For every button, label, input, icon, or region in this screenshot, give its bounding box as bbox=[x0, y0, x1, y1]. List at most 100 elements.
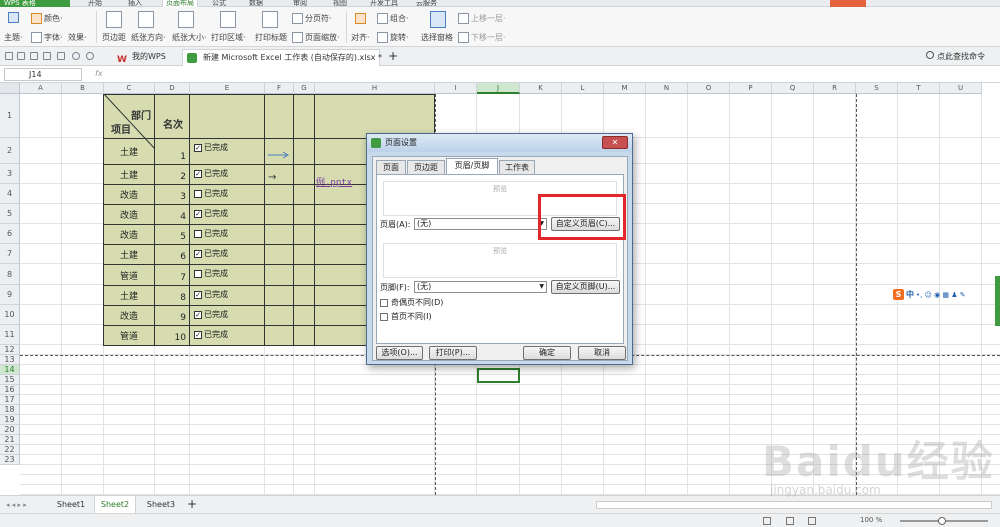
row-header-8[interactable]: 8 bbox=[0, 264, 20, 285]
column-header-o[interactable]: O bbox=[688, 83, 730, 94]
column-header-s[interactable]: S bbox=[856, 83, 898, 94]
dept-cell[interactable]: 改造 bbox=[104, 188, 154, 201]
new-icon[interactable] bbox=[5, 52, 13, 60]
rank-cell[interactable]: 6 bbox=[155, 252, 189, 262]
colors-button[interactable]: 颜色· bbox=[31, 13, 63, 24]
done-checkbox[interactable]: 已完成 bbox=[194, 228, 228, 239]
row-header-19[interactable]: 19 bbox=[0, 415, 20, 425]
column-header-d[interactable]: D bbox=[155, 83, 190, 94]
print-titles-button[interactable]: 打印标题 bbox=[255, 32, 287, 43]
column-header-t[interactable]: T bbox=[898, 83, 940, 94]
row-header-7[interactable]: 7 bbox=[0, 244, 20, 264]
rank-cell[interactable]: 10 bbox=[155, 333, 189, 343]
wps-app-button[interactable]: WPS 表格 bbox=[0, 0, 70, 7]
tab-my-wps[interactable]: W 我的WPS bbox=[112, 49, 182, 66]
print-button[interactable]: 打印(P)... bbox=[429, 346, 477, 360]
column-header-h[interactable]: H bbox=[315, 83, 435, 94]
column-header-a[interactable]: A bbox=[20, 83, 62, 94]
theme-button[interactable] bbox=[8, 12, 19, 23]
row-header-20[interactable]: 20 bbox=[0, 425, 20, 435]
column-header-g[interactable]: G bbox=[294, 83, 315, 94]
redo-icon[interactable] bbox=[86, 52, 94, 60]
align-button[interactable]: 对齐· bbox=[351, 32, 370, 43]
rank-cell[interactable]: 1 bbox=[155, 152, 189, 162]
row-header-17[interactable]: 17 bbox=[0, 395, 20, 405]
zoom-slider[interactable] bbox=[900, 517, 988, 525]
column-header-u[interactable]: U bbox=[940, 83, 982, 94]
size-button[interactable]: 纸张大小· bbox=[172, 32, 207, 43]
dept-cell[interactable]: 土建 bbox=[104, 248, 154, 261]
column-header-q[interactable]: Q bbox=[772, 83, 814, 94]
menu-formulas[interactable]: 公式 bbox=[212, 0, 226, 7]
menu-view[interactable]: 视图 bbox=[333, 0, 347, 7]
new-tab-button[interactable]: + bbox=[384, 49, 398, 66]
row-header-4[interactable]: 4 bbox=[0, 184, 20, 204]
menu-cloud[interactable]: 云服务 bbox=[416, 0, 437, 7]
dept-cell[interactable]: 改造 bbox=[104, 228, 154, 241]
column-header-c[interactable]: C bbox=[104, 83, 155, 94]
fx-icon[interactable]: fx bbox=[95, 69, 103, 78]
row-header-2[interactable]: 2 bbox=[0, 138, 20, 164]
effects-button[interactable]: 效果· bbox=[68, 32, 87, 43]
menu-data[interactable]: 数据 bbox=[249, 0, 263, 7]
row-header-18[interactable]: 18 bbox=[0, 405, 20, 415]
command-search[interactable]: 点此查找命令 bbox=[937, 50, 985, 63]
dept-cell[interactable]: 土建 bbox=[104, 289, 154, 302]
page-zoom-button[interactable]: 页面缩放· bbox=[292, 32, 340, 43]
rotate-button[interactable]: 旋转· bbox=[377, 32, 409, 43]
sheet-tab-2[interactable]: Sheet2 bbox=[94, 496, 136, 513]
rank-cell[interactable]: 9 bbox=[155, 313, 189, 323]
send-backward-button[interactable]: 下移一层· bbox=[458, 32, 506, 43]
column-header-n[interactable]: N bbox=[646, 83, 688, 94]
sheet-tab-1[interactable]: Sheet1 bbox=[50, 496, 92, 513]
column-header-l[interactable]: L bbox=[562, 83, 604, 94]
side-panel-edge[interactable] bbox=[995, 276, 1000, 326]
column-header-j[interactable]: J bbox=[477, 83, 520, 94]
done-checkbox[interactable]: ✓ 已完成 bbox=[194, 208, 228, 219]
done-checkbox[interactable]: 已完成 bbox=[194, 188, 228, 199]
tab-sheet[interactable]: 工作表 bbox=[499, 160, 535, 174]
sheet-nav-arrows-icon[interactable]: ◂ ◂ ▸ ▸ bbox=[6, 501, 27, 509]
margins-icon-button[interactable] bbox=[106, 11, 122, 28]
footer-select[interactable]: (无) ▼ bbox=[414, 281, 547, 293]
group-button[interactable]: 组合· bbox=[377, 13, 409, 24]
tab-document[interactable]: 新建 Microsoft Excel 工作表 (自动保存的).xlsx * bbox=[182, 49, 382, 66]
rank-cell[interactable]: 3 bbox=[155, 192, 189, 202]
select-all-corner[interactable] bbox=[0, 83, 20, 94]
header-select[interactable]: (无) ▼ bbox=[414, 218, 547, 230]
dept-cell[interactable]: 土建 bbox=[104, 145, 154, 158]
custom-footer-button[interactable]: 自定义页脚(U)... bbox=[551, 280, 620, 294]
ime-tools-icon[interactable]: •, ☺ ◉ ▦ ♟ ✎ bbox=[916, 291, 966, 299]
column-header-e[interactable]: E bbox=[190, 83, 265, 94]
row-header-11[interactable]: 11 bbox=[0, 325, 20, 345]
menu-developer[interactable]: 开发工具 bbox=[370, 0, 398, 7]
dialog-close-button[interactable]: ✕ bbox=[602, 136, 628, 149]
zoom-slider-thumb[interactable] bbox=[938, 517, 946, 525]
done-checkbox[interactable]: ✓ 已完成 bbox=[194, 248, 228, 259]
menu-insert[interactable]: 插入 bbox=[128, 0, 142, 7]
orientation-button[interactable]: 纸张方向· bbox=[131, 32, 166, 43]
column-header-b[interactable]: B bbox=[62, 83, 104, 94]
print-icon[interactable] bbox=[43, 52, 51, 60]
column-header-f[interactable]: F bbox=[265, 83, 294, 94]
column-header-p[interactable]: P bbox=[730, 83, 772, 94]
done-checkbox[interactable]: 已完成 bbox=[194, 268, 228, 279]
column-header-k[interactable]: K bbox=[520, 83, 562, 94]
theme-label[interactable]: 主题· bbox=[4, 32, 23, 43]
open-icon[interactable] bbox=[17, 52, 25, 60]
odd-even-checkbox[interactable]: 奇偶页不同(D) bbox=[380, 297, 443, 308]
rank-cell[interactable]: 5 bbox=[155, 232, 189, 242]
tab-page[interactable]: 页面 bbox=[376, 160, 406, 174]
ok-button[interactable]: 确定 bbox=[523, 346, 571, 360]
done-checkbox[interactable]: ✓ 已完成 bbox=[194, 309, 228, 320]
rank-cell[interactable]: 7 bbox=[155, 273, 189, 283]
row-header-21[interactable]: 21 bbox=[0, 435, 20, 445]
tab-header-footer[interactable]: 页眉/页脚 bbox=[446, 158, 498, 174]
selection-pane-icon-button[interactable] bbox=[430, 11, 446, 28]
dept-cell[interactable]: 管道 bbox=[104, 269, 154, 282]
selection-pane-button[interactable]: 选择窗格 bbox=[421, 32, 453, 43]
margins-button[interactable]: 页边距 bbox=[102, 32, 126, 43]
row-header-13[interactable]: 13 bbox=[0, 355, 20, 365]
row-header-12[interactable]: 12 bbox=[0, 345, 20, 355]
arrow-shape[interactable] bbox=[268, 151, 290, 159]
